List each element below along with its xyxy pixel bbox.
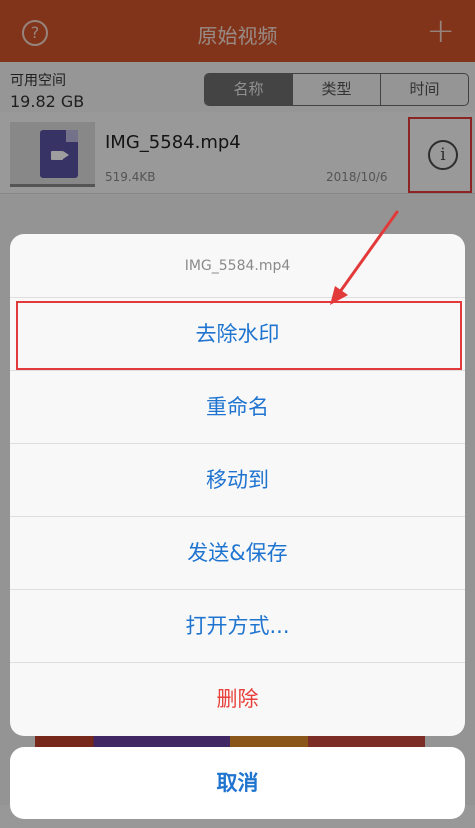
open-with-button[interactable]: 打开方式... <box>10 590 465 663</box>
action-sheet-title: IMG_5584.mp4 <box>10 234 465 298</box>
watermark-highlight-box <box>16 301 462 370</box>
delete-button[interactable]: 删除 <box>10 663 465 736</box>
cancel-button[interactable]: 取消 <box>10 747 465 819</box>
move-to-button[interactable]: 移动到 <box>10 444 465 517</box>
send-save-button[interactable]: 发送&保存 <box>10 517 465 590</box>
rename-button[interactable]: 重命名 <box>10 371 465 444</box>
